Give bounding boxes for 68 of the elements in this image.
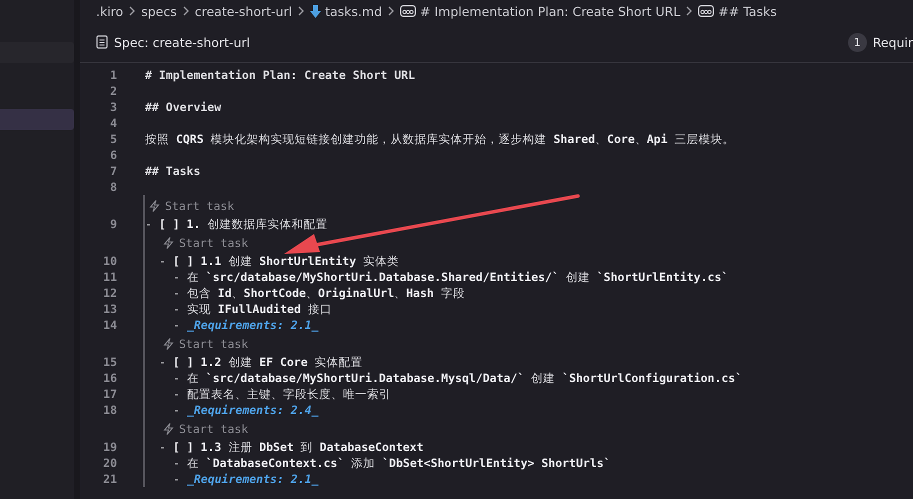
start-task-button[interactable]: Start task — [163, 422, 248, 436]
chevron-icon — [386, 6, 396, 16]
line-text: 按照 CQRS 模块化架构实现短链接创建功能，从数据库实体开始，逐步构建 Shared、Core、Api 三层模块。 — [145, 132, 734, 146]
requirement-link[interactable]: _Requirements: 2.1_ — [186, 318, 318, 332]
start-task-button[interactable]: Start task — [163, 236, 248, 250]
line-number: 10 — [102, 254, 117, 268]
list-dash: - — [173, 403, 180, 417]
spec-title: Spec: create-short-url — [114, 34, 251, 50]
line-number: 2 — [109, 84, 117, 98]
list-dash: - — [173, 472, 180, 486]
start-task-button[interactable]: Start task — [149, 198, 234, 212]
document-icon — [96, 35, 108, 49]
lightning-icon — [163, 236, 174, 248]
line-number: 19 — [102, 440, 117, 454]
lightning-icon — [163, 338, 174, 350]
lightning-icon — [149, 200, 160, 212]
line-number: 21 — [102, 472, 117, 486]
lightning-icon — [163, 422, 174, 434]
line-number: 11 — [102, 270, 117, 284]
heading-text: # Implementation Plan: Create Short URL — [145, 68, 416, 82]
line-text: - 配置表名、主键、字段长度、唯一索引 — [173, 386, 391, 402]
breadcrumb-item[interactable]: specs — [141, 4, 177, 18]
line-text: - 在 `src/database/MyShortUri.Database.Mysql/Data/` 创建 `ShortUrlConfiguration.cs` — [173, 370, 742, 386]
task-text: - [ ] 1. 创建数据库实体和配置 — [145, 216, 328, 232]
line-number: 3 — [109, 100, 117, 114]
line-number: 6 — [109, 148, 117, 162]
line-number: 9 — [109, 217, 117, 231]
line-number: 20 — [102, 456, 117, 470]
list-dash: - — [173, 318, 180, 332]
line-text: - 在 `src/database/MyShortUri.Database.Shared/Entities/` 创建 `ShortUrlEntity.cs` — [173, 270, 728, 284]
line-number: 16 — [102, 371, 117, 385]
requirement-link[interactable]: _Requirements: 2.4_ — [186, 403, 318, 417]
line-number: 12 — [102, 286, 117, 300]
start-task-button[interactable]: Start task — [163, 336, 248, 350]
task-text: - [ ] 1.1 创建 ShortUrlEntity 实体类 — [159, 254, 400, 268]
line-number: 15 — [102, 355, 117, 369]
requirement-link[interactable]: _Requirements: 2.1_ — [186, 472, 318, 486]
line-text: - 在 `DatabaseContext.cs` 添加 `DbSet<ShortUrlEntity> ShortUrls` — [173, 456, 611, 470]
chevron-icon — [127, 6, 138, 16]
line-number: 18 — [102, 403, 117, 417]
line-number: 5 — [109, 132, 117, 146]
down-arrow-icon — [310, 4, 322, 18]
line-number: 13 — [102, 302, 117, 316]
chevron-icon — [296, 6, 306, 16]
breadcrumb-item[interactable]: .kiro — [96, 4, 124, 18]
chevron-icon — [180, 6, 191, 16]
chevron-icon — [684, 6, 694, 16]
line-text: - 实现 IFullAudited 接口 — [173, 302, 332, 316]
text-symbol-icon — [400, 5, 416, 17]
task-text: - [ ] 1.2 创建 EF Core 实体配置 — [159, 354, 363, 370]
breadcrumb-item[interactable]: tasks.md — [310, 4, 382, 18]
line-number: 14 — [102, 318, 117, 332]
line-text: - 包含 Id、ShortCode、OriginalUrl、Hash 字段 — [173, 286, 465, 300]
step-badge: 1 — [848, 32, 867, 52]
line-number: 1 — [109, 68, 117, 82]
line-number: 17 — [102, 387, 117, 401]
heading-text: ## Tasks — [145, 164, 200, 178]
task-text: - [ ] 1.3 注册 DbSet 到 DatabaseContext — [159, 440, 424, 454]
text-symbol-icon — [698, 5, 714, 17]
breadcrumb-item[interactable]: create-short-url — [194, 4, 292, 18]
line-number: 8 — [109, 180, 117, 194]
line-number: 7 — [109, 164, 117, 178]
step-tab[interactable]: Requir — [872, 34, 913, 50]
breadcrumb-item[interactable]: # Implementation Plan: Create Short URL — [400, 4, 680, 18]
sidebar-item[interactable] — [0, 109, 74, 130]
breadcrumb-item[interactable]: ## Tasks — [698, 4, 777, 18]
heading-text: ## Overview — [145, 100, 222, 114]
line-number: 4 — [109, 116, 117, 130]
